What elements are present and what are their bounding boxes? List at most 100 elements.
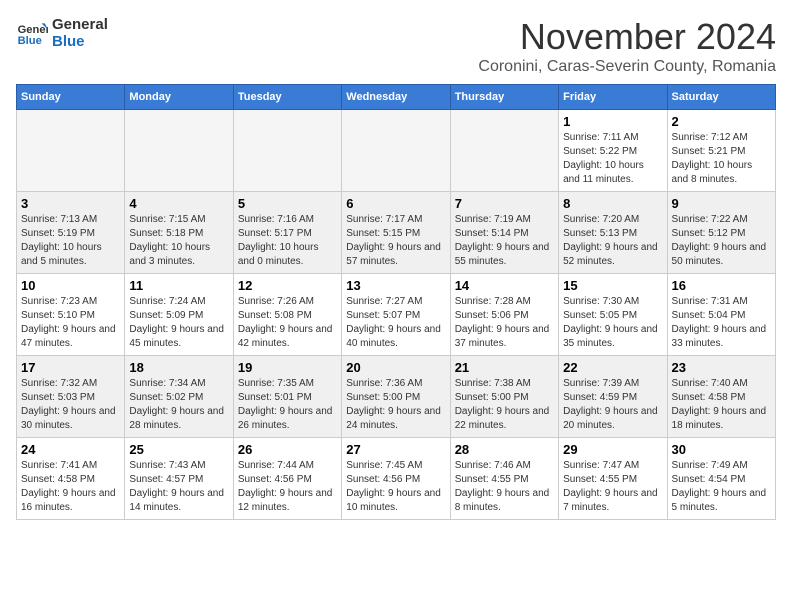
calendar-cell: 3 Sunrise: 7:13 AM Sunset: 5:19 PM Daylig… bbox=[17, 192, 125, 274]
day-number: 22 bbox=[563, 360, 662, 375]
weekday-header-monday: Monday bbox=[125, 85, 233, 110]
calendar-cell: 26Sunrise: 7:44 AM Sunset: 4:56 PM Dayli… bbox=[233, 438, 341, 520]
logo-text-line1: General bbox=[52, 16, 108, 33]
day-info: Sunrise: 7:49 AM Sunset: 4:54 PM Dayligh… bbox=[672, 459, 771, 515]
day-number: 19 bbox=[238, 360, 337, 375]
calendar-cell: 11Sunrise: 7:24 AM Sunset: 5:09 PM Dayli… bbox=[125, 274, 233, 356]
day-info: Sunrise: 7:26 AM Sunset: 5:08 PM Dayligh… bbox=[238, 295, 337, 351]
page-header: General Blue General Blue November 2024 … bbox=[16, 16, 776, 76]
day-info: Sunrise: 7:30 AM Sunset: 5:05 PM Dayligh… bbox=[563, 295, 662, 351]
day-number: 23 bbox=[672, 360, 771, 375]
day-number: 21 bbox=[455, 360, 554, 375]
day-number: 5 bbox=[238, 196, 337, 211]
calendar-cell bbox=[450, 110, 558, 192]
day-number: 27 bbox=[346, 442, 445, 457]
day-info: Sunrise: 7:40 AM Sunset: 4:58 PM Dayligh… bbox=[672, 377, 771, 433]
day-number: 11 bbox=[129, 278, 228, 293]
logo: General Blue General Blue bbox=[16, 16, 108, 50]
calendar-cell: 25Sunrise: 7:43 AM Sunset: 4:57 PM Dayli… bbox=[125, 438, 233, 520]
day-number: 2 bbox=[672, 114, 771, 129]
day-info: Sunrise: 7:47 AM Sunset: 4:55 PM Dayligh… bbox=[563, 459, 662, 515]
day-info: Sunrise: 7:22 AM Sunset: 5:12 PM Dayligh… bbox=[672, 213, 771, 269]
day-number: 16 bbox=[672, 278, 771, 293]
calendar-cell bbox=[17, 110, 125, 192]
calendar-cell: 7 Sunrise: 7:19 AM Sunset: 5:14 PM Daylig… bbox=[450, 192, 558, 274]
calendar-cell: 16 Sunrise: 7:31 AM Sunset: 5:04 PM Dayli… bbox=[667, 274, 775, 356]
day-number: 28 bbox=[455, 442, 554, 457]
day-info: Sunrise: 7:12 AM Sunset: 5:21 PM Dayligh… bbox=[672, 131, 771, 187]
day-number: 30 bbox=[672, 442, 771, 457]
calendar-cell: 29 Sunrise: 7:47 AM Sunset: 4:55 PM Dayli… bbox=[559, 438, 667, 520]
day-number: 10 bbox=[21, 278, 120, 293]
day-number: 15 bbox=[563, 278, 662, 293]
day-number: 6 bbox=[346, 196, 445, 211]
day-info: Sunrise: 7:32 AM Sunset: 5:03 PM Dayligh… bbox=[21, 377, 120, 433]
day-info: Sunrise: 7:13 AM Sunset: 5:19 PM Dayligh… bbox=[21, 213, 120, 269]
day-info: Sunrise: 7:38 AM Sunset: 5:00 PM Dayligh… bbox=[455, 377, 554, 433]
calendar-cell bbox=[125, 110, 233, 192]
day-number: 20 bbox=[346, 360, 445, 375]
day-number: 12 bbox=[238, 278, 337, 293]
calendar-cell: 12 Sunrise: 7:26 AM Sunset: 5:08 PM Dayli… bbox=[233, 274, 341, 356]
day-info: Sunrise: 7:39 AM Sunset: 4:59 PM Dayligh… bbox=[563, 377, 662, 433]
calendar-cell: 10 Sunrise: 7:23 AM Sunset: 5:10 PM Dayli… bbox=[17, 274, 125, 356]
day-info: Sunrise: 7:31 AM Sunset: 5:04 PM Dayligh… bbox=[672, 295, 771, 351]
day-info: Sunrise: 7:41 AM Sunset: 4:58 PM Dayligh… bbox=[21, 459, 120, 515]
day-info: Sunrise: 7:19 AM Sunset: 5:14 PM Dayligh… bbox=[455, 213, 554, 269]
day-info: Sunrise: 7:17 AM Sunset: 5:15 PM Dayligh… bbox=[346, 213, 445, 269]
calendar-cell: 6 Sunrise: 7:17 AM Sunset: 5:15 PM Daylig… bbox=[342, 192, 450, 274]
calendar-cell: 28 Sunrise: 7:46 AM Sunset: 4:55 PM Dayli… bbox=[450, 438, 558, 520]
calendar-cell: 2 Sunrise: 7:12 AM Sunset: 5:21 PM Daylig… bbox=[667, 110, 775, 192]
calendar-cell: 20Sunrise: 7:36 AM Sunset: 5:00 PM Dayli… bbox=[342, 356, 450, 438]
calendar-cell: 4Sunrise: 7:15 AM Sunset: 5:18 PM Daylig… bbox=[125, 192, 233, 274]
day-number: 18 bbox=[129, 360, 228, 375]
calendar-cell: 23 Sunrise: 7:40 AM Sunset: 4:58 PM Dayli… bbox=[667, 356, 775, 438]
calendar-cell: 8 Sunrise: 7:20 AM Sunset: 5:13 PM Daylig… bbox=[559, 192, 667, 274]
weekday-header-sunday: Sunday bbox=[17, 85, 125, 110]
svg-text:Blue: Blue bbox=[18, 35, 42, 47]
calendar-cell: 22 Sunrise: 7:39 AM Sunset: 4:59 PM Dayli… bbox=[559, 356, 667, 438]
weekday-header-wednesday: Wednesday bbox=[342, 85, 450, 110]
day-info: Sunrise: 7:46 AM Sunset: 4:55 PM Dayligh… bbox=[455, 459, 554, 515]
calendar-week-1: 1Sunrise: 7:11 AM Sunset: 5:22 PM Daylig… bbox=[17, 110, 776, 192]
calendar-cell: 9 Sunrise: 7:22 AM Sunset: 5:12 PM Daylig… bbox=[667, 192, 775, 274]
calendar-table: SundayMondayTuesdayWednesdayThursdayFrid… bbox=[16, 84, 776, 520]
day-number: 3 bbox=[21, 196, 120, 211]
weekday-header-saturday: Saturday bbox=[667, 85, 775, 110]
weekday-header-friday: Friday bbox=[559, 85, 667, 110]
day-info: Sunrise: 7:45 AM Sunset: 4:56 PM Dayligh… bbox=[346, 459, 445, 515]
day-number: 14 bbox=[455, 278, 554, 293]
day-info: Sunrise: 7:44 AM Sunset: 4:56 PM Dayligh… bbox=[238, 459, 337, 515]
calendar-week-3: 10 Sunrise: 7:23 AM Sunset: 5:10 PM Dayli… bbox=[17, 274, 776, 356]
day-number: 4 bbox=[129, 196, 228, 211]
day-number: 25 bbox=[129, 442, 228, 457]
day-info: Sunrise: 7:34 AM Sunset: 5:02 PM Dayligh… bbox=[129, 377, 228, 433]
day-number: 9 bbox=[672, 196, 771, 211]
calendar-cell: 5 Sunrise: 7:16 AM Sunset: 5:17 PM Daylig… bbox=[233, 192, 341, 274]
day-info: Sunrise: 7:23 AM Sunset: 5:10 PM Dayligh… bbox=[21, 295, 120, 351]
calendar-cell: 19 Sunrise: 7:35 AM Sunset: 5:01 PM Dayli… bbox=[233, 356, 341, 438]
calendar-cell: 24 Sunrise: 7:41 AM Sunset: 4:58 PM Dayli… bbox=[17, 438, 125, 520]
calendar-cell: 27 Sunrise: 7:45 AM Sunset: 4:56 PM Dayli… bbox=[342, 438, 450, 520]
calendar-cell: 13Sunrise: 7:27 AM Sunset: 5:07 PM Dayli… bbox=[342, 274, 450, 356]
calendar-week-2: 3 Sunrise: 7:13 AM Sunset: 5:19 PM Daylig… bbox=[17, 192, 776, 274]
day-info: Sunrise: 7:16 AM Sunset: 5:17 PM Dayligh… bbox=[238, 213, 337, 269]
day-number: 24 bbox=[21, 442, 120, 457]
day-info: Sunrise: 7:35 AM Sunset: 5:01 PM Dayligh… bbox=[238, 377, 337, 433]
day-number: 1 bbox=[563, 114, 662, 129]
day-number: 8 bbox=[563, 196, 662, 211]
month-title: November 2024 bbox=[478, 16, 776, 58]
calendar-cell: 30 Sunrise: 7:49 AM Sunset: 4:54 PM Dayli… bbox=[667, 438, 775, 520]
day-number: 13 bbox=[346, 278, 445, 293]
calendar-week-5: 24 Sunrise: 7:41 AM Sunset: 4:58 PM Dayli… bbox=[17, 438, 776, 520]
calendar-cell: 14Sunrise: 7:28 AM Sunset: 5:06 PM Dayli… bbox=[450, 274, 558, 356]
day-number: 29 bbox=[563, 442, 662, 457]
logo-text-line2: Blue bbox=[52, 33, 108, 50]
location-subtitle: Coronini, Caras-Severin County, Romania bbox=[478, 58, 776, 76]
calendar-cell: 1Sunrise: 7:11 AM Sunset: 5:22 PM Daylig… bbox=[559, 110, 667, 192]
day-number: 7 bbox=[455, 196, 554, 211]
title-block: November 2024 Coronini, Caras-Severin Co… bbox=[478, 16, 776, 76]
calendar-cell bbox=[233, 110, 341, 192]
weekday-header-thursday: Thursday bbox=[450, 85, 558, 110]
day-info: Sunrise: 7:20 AM Sunset: 5:13 PM Dayligh… bbox=[563, 213, 662, 269]
